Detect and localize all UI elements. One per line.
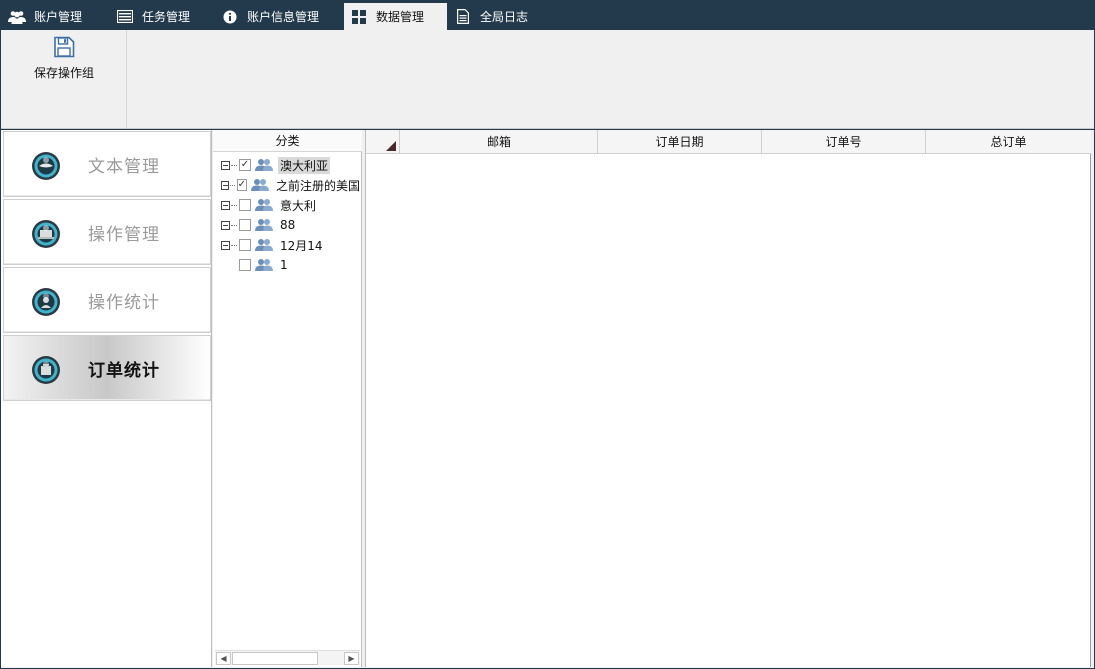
tree-node[interactable]: ✓ 澳大利亚 — [221, 156, 362, 174]
column-header-order-date[interactable]: 订单日期 — [598, 130, 762, 154]
tab-label: 账户信息管理 — [247, 10, 320, 24]
tree-node-label: 澳大利亚 — [278, 156, 331, 174]
user-group-icon — [250, 178, 269, 192]
column-header-email[interactable]: 邮箱 — [401, 130, 598, 154]
column-header-total-orders[interactable]: 总订单 — [926, 130, 1091, 154]
tree-node-label: 1 — [280, 258, 288, 272]
main-area: 文本管理 操作管理 操作统计 订单统计 分类 ✓ 澳大利亚 ✓ 之前注册的美国 … — [1, 130, 1094, 668]
disc-icon — [31, 151, 61, 181]
tab-label: 全局日志 — [480, 10, 529, 24]
tree-node[interactable]: 88 — [221, 216, 362, 234]
tree-connector — [231, 244, 237, 246]
tree-node-label: 88 — [280, 218, 296, 232]
scroll-right-icon[interactable]: ▶ — [344, 652, 359, 665]
user-group-icon — [255, 218, 273, 232]
tree-horizontal-scrollbar[interactable]: ◀ ▶ — [215, 650, 360, 665]
select-all-corner[interactable] — [366, 130, 400, 154]
disc-icon — [31, 355, 61, 385]
tab-global-log[interactable]: 全局日志 — [454, 3, 544, 30]
user-group-icon — [255, 258, 273, 272]
nav-label: 操作管理 — [88, 225, 160, 245]
tree-node-label: 之前注册的美国 — [275, 178, 360, 193]
nav-label: 订单统计 — [88, 361, 160, 381]
scrollbar-thumb[interactable] — [232, 652, 318, 665]
document-icon — [454, 9, 472, 25]
expand-toggle[interactable] — [221, 220, 230, 230]
tree-node[interactable]: 1 — [221, 256, 362, 274]
save-button-label: 保存操作组 — [33, 66, 94, 80]
list-icon — [116, 9, 134, 25]
nav-label: 操作统计 — [88, 293, 160, 313]
user-group-icon — [255, 238, 273, 252]
tree-checkbox[interactable]: ✓ — [236, 179, 247, 191]
tree-node[interactable]: 意大利 — [221, 196, 362, 214]
order-grid: 邮箱 订单日期 订单号 总订单 — [365, 130, 1091, 667]
tree-node[interactable]: 12月14 — [221, 236, 362, 254]
tree-node[interactable]: ✓ 之前注册的美国 — [221, 176, 362, 194]
expand-toggle[interactable] — [221, 180, 229, 190]
nav-item-operation-management[interactable]: 操作管理 — [3, 199, 211, 265]
user-group-icon — [255, 198, 273, 212]
expand-toggle[interactable] — [221, 160, 230, 170]
tab-account-management[interactable]: 账户管理 — [8, 3, 108, 30]
tree-node-label: 12月14 — [280, 238, 323, 253]
scroll-left-icon[interactable]: ◀ — [216, 652, 231, 665]
tree-connector — [231, 224, 237, 226]
grid-icon — [350, 9, 368, 25]
tree-connector — [231, 164, 237, 166]
tab-label: 任务管理 — [142, 10, 191, 24]
corner-triangle-icon — [386, 141, 396, 151]
tree-checkbox[interactable]: ✓ — [239, 159, 251, 171]
save-operation-group-button[interactable]: 保存操作组 — [31, 36, 97, 88]
floppy-disk-icon — [53, 36, 75, 58]
user-group-icon — [255, 158, 273, 172]
ribbon-toolbar: 保存操作组 — [1, 30, 1094, 129]
tree-node-label: 意大利 — [280, 198, 317, 213]
expand-toggle[interactable] — [221, 200, 230, 210]
nav-item-order-statistics[interactable]: 订单统计 — [3, 335, 211, 401]
tab-task-management[interactable]: 任务管理 — [116, 3, 216, 30]
tree-checkbox[interactable] — [239, 259, 251, 271]
grid-header: 邮箱 订单日期 订单号 总订单 — [366, 130, 1091, 154]
tree-connector — [231, 204, 237, 206]
tree-checkbox[interactable] — [239, 219, 251, 231]
tree-checkbox[interactable] — [239, 239, 251, 251]
tree-connector — [229, 184, 235, 186]
disc-icon — [31, 219, 61, 249]
tree-checkbox[interactable] — [239, 199, 251, 211]
info-icon — [221, 9, 239, 25]
tab-label: 账户管理 — [34, 10, 83, 24]
disc-icon — [31, 287, 61, 317]
category-tree-panel: 分类 ✓ 澳大利亚 ✓ 之前注册的美国 意大利 88 12月14 1 ◀ ▶ — [213, 130, 362, 667]
tab-account-info-management[interactable]: 账户信息管理 — [221, 3, 341, 30]
nav-item-text-management[interactable]: 文本管理 — [3, 131, 211, 197]
nav-item-operation-statistics[interactable]: 操作统计 — [3, 267, 211, 333]
tab-label: 数据管理 — [376, 10, 425, 24]
left-navigation: 文本管理 操作管理 操作统计 订单统计 — [1, 130, 212, 667]
nav-label: 文本管理 — [88, 157, 160, 177]
users-icon — [8, 9, 26, 25]
ribbon-group: 保存操作组 — [1, 30, 127, 128]
top-tab-bar: 账户管理 任务管理 账户信息管理 数据管理 全局日志 — [0, 0, 1095, 30]
expand-toggle[interactable] — [221, 240, 230, 250]
column-header-order-number[interactable]: 订单号 — [762, 130, 926, 154]
tree-header: 分类 — [213, 130, 362, 152]
tab-data-management[interactable]: 数据管理 — [344, 3, 447, 30]
